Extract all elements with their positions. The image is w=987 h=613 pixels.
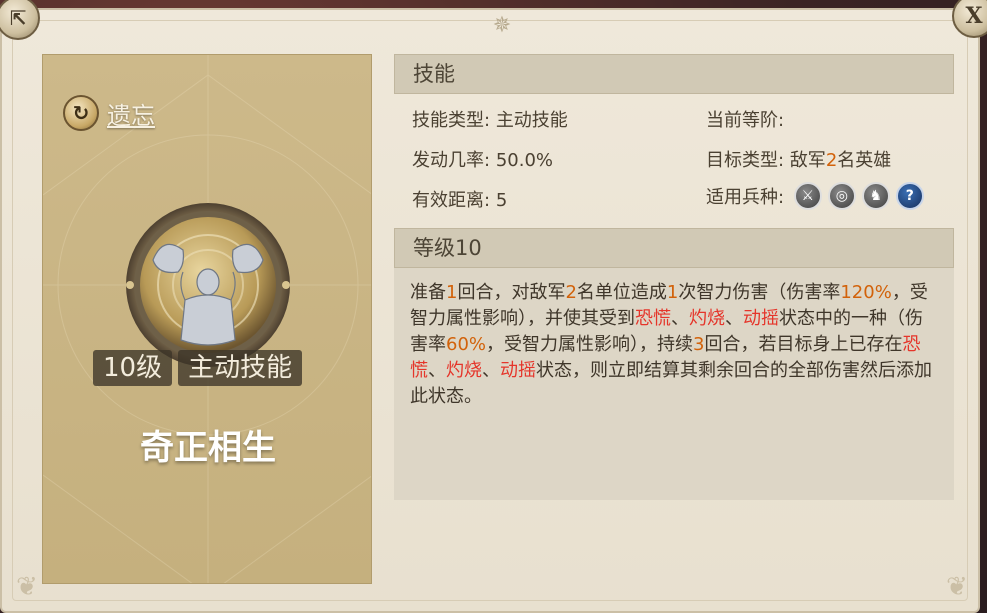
- current-rank-label: 当前等阶:: [706, 110, 785, 131]
- range-row: 有效距离: 5: [412, 186, 507, 212]
- status-panic: 恐慌: [635, 308, 671, 329]
- status-burn: 灼烧: [446, 360, 482, 381]
- desc-text: 回合，若目标身上已存在: [704, 334, 903, 355]
- desc-number: 60%: [446, 334, 487, 355]
- troop-type-row: 适用兵种: ⚔ ◎ ♞ ?: [706, 182, 924, 210]
- target-count: 2: [825, 150, 838, 171]
- desc-number: 1: [446, 282, 458, 303]
- trigger-rate-label: 发动几率:: [412, 150, 491, 171]
- praying-figure-icon[interactable]: [123, 200, 293, 370]
- skill-type-badge: 主动技能: [178, 350, 303, 386]
- skill-name: 奇正相生: [140, 428, 276, 468]
- skill-description: 准备1回合，对敌军2名单位造成1次智力伤害（伤害率120%，受智力属性影响），并…: [410, 280, 940, 410]
- bow-target-icon[interactable]: ◎: [827, 182, 856, 210]
- desc-number: 2: [565, 282, 577, 303]
- refresh-icon: ↻: [63, 95, 99, 131]
- skill-type-label: 技能类型:: [412, 110, 491, 131]
- desc-text: 次智力伤害（伤害率: [678, 282, 841, 303]
- desc-text: 回合，对敌军: [457, 282, 566, 303]
- range-value: 5: [495, 190, 508, 211]
- status-burn: 灼烧: [689, 308, 725, 329]
- forget-label: 遗忘: [107, 101, 155, 130]
- desc-number: 1: [666, 282, 679, 303]
- skill-type-row: 技能类型: 主动技能: [412, 106, 568, 132]
- desc-text: 、: [671, 308, 689, 329]
- troop-icons: ⚔ ◎ ♞ ?: [793, 182, 924, 210]
- current-rank-row: 当前等阶:: [706, 106, 784, 132]
- skill-detail-panel: ✵ ❦ ❦ ↻ 遗忘 10级 主动技能 奇正相生 技能 技能类型: 主动技能 发…: [0, 8, 980, 613]
- sword-icon[interactable]: ⚔: [793, 182, 822, 210]
- desc-text: 准备: [410, 282, 446, 303]
- desc-text: 、: [725, 308, 743, 329]
- status-waver: 动摇: [743, 308, 779, 329]
- desc-text: 名单位造成: [576, 282, 667, 303]
- desc-text: 、: [482, 360, 500, 381]
- question-icon[interactable]: ?: [895, 182, 924, 210]
- target-type-row: 目标类型: 敌军2名英雄: [706, 146, 891, 172]
- desc-number: 3: [693, 334, 705, 355]
- horse-icon[interactable]: ♞: [861, 182, 890, 210]
- status-waver: 动摇: [500, 360, 536, 381]
- skill-section-header: 技能: [394, 54, 954, 94]
- skill-card: ↻ 遗忘 10级 主动技能 奇正相生: [42, 54, 372, 584]
- troop-type-label: 适用兵种:: [706, 187, 785, 208]
- trigger-rate-value: 50.0%: [495, 150, 553, 171]
- desc-text: ，受智力属性影响），持续: [486, 334, 694, 355]
- target-suffix: 名英雄: [837, 150, 892, 171]
- skill-badges: 10级 主动技能: [93, 350, 303, 386]
- close-label: X: [965, 3, 983, 29]
- target-prefix: 敌军: [789, 150, 826, 171]
- flourish-bottom-left-icon: ❦: [16, 572, 38, 602]
- level-section-header: 等级10: [394, 228, 954, 268]
- target-type-label: 目标类型:: [706, 150, 785, 171]
- skill-type-value: 主动技能: [495, 110, 568, 131]
- compass-ornament-icon: ✵: [492, 12, 512, 38]
- range-label: 有效距离:: [412, 190, 491, 211]
- trigger-rate-row: 发动几率: 50.0%: [412, 146, 553, 172]
- level-badge: 10级: [93, 350, 173, 386]
- desc-text: 、: [428, 360, 446, 381]
- flourish-bottom-right-icon: ❦: [946, 572, 968, 602]
- forget-button[interactable]: ↻ 遗忘: [63, 95, 155, 131]
- desc-number: 120%: [840, 282, 892, 303]
